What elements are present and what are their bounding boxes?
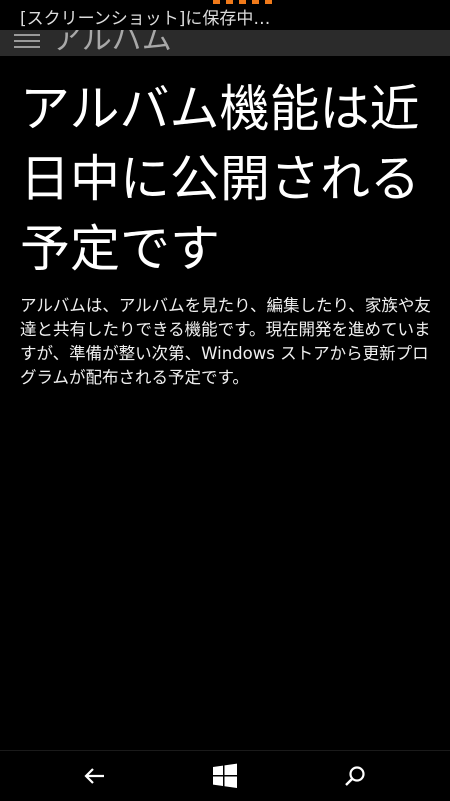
back-button[interactable] — [80, 761, 110, 791]
back-arrow-icon — [84, 768, 104, 784]
progress-indicator-icon — [213, 0, 273, 4]
page-title: アルバム — [52, 30, 172, 56]
windows-start-icon — [213, 763, 237, 788]
status-toast: [スクリーンショット]に保存中… — [0, 0, 450, 30]
page-header: アルバム — [0, 30, 450, 56]
toast-message: [スクリーンショット]に保存中… — [20, 9, 271, 29]
navigation-bar — [0, 750, 450, 801]
description-text: アルバムは、アルバムを見たり、編集したり、家族や友達と共有したりできる機能です。… — [20, 296, 431, 387]
search-button[interactable] — [340, 761, 370, 791]
hamburger-menu-icon[interactable] — [14, 34, 40, 48]
search-icon — [345, 766, 365, 786]
headline: アルバム機能は近日中に公開される予定です — [20, 80, 420, 278]
start-button[interactable] — [210, 761, 240, 791]
